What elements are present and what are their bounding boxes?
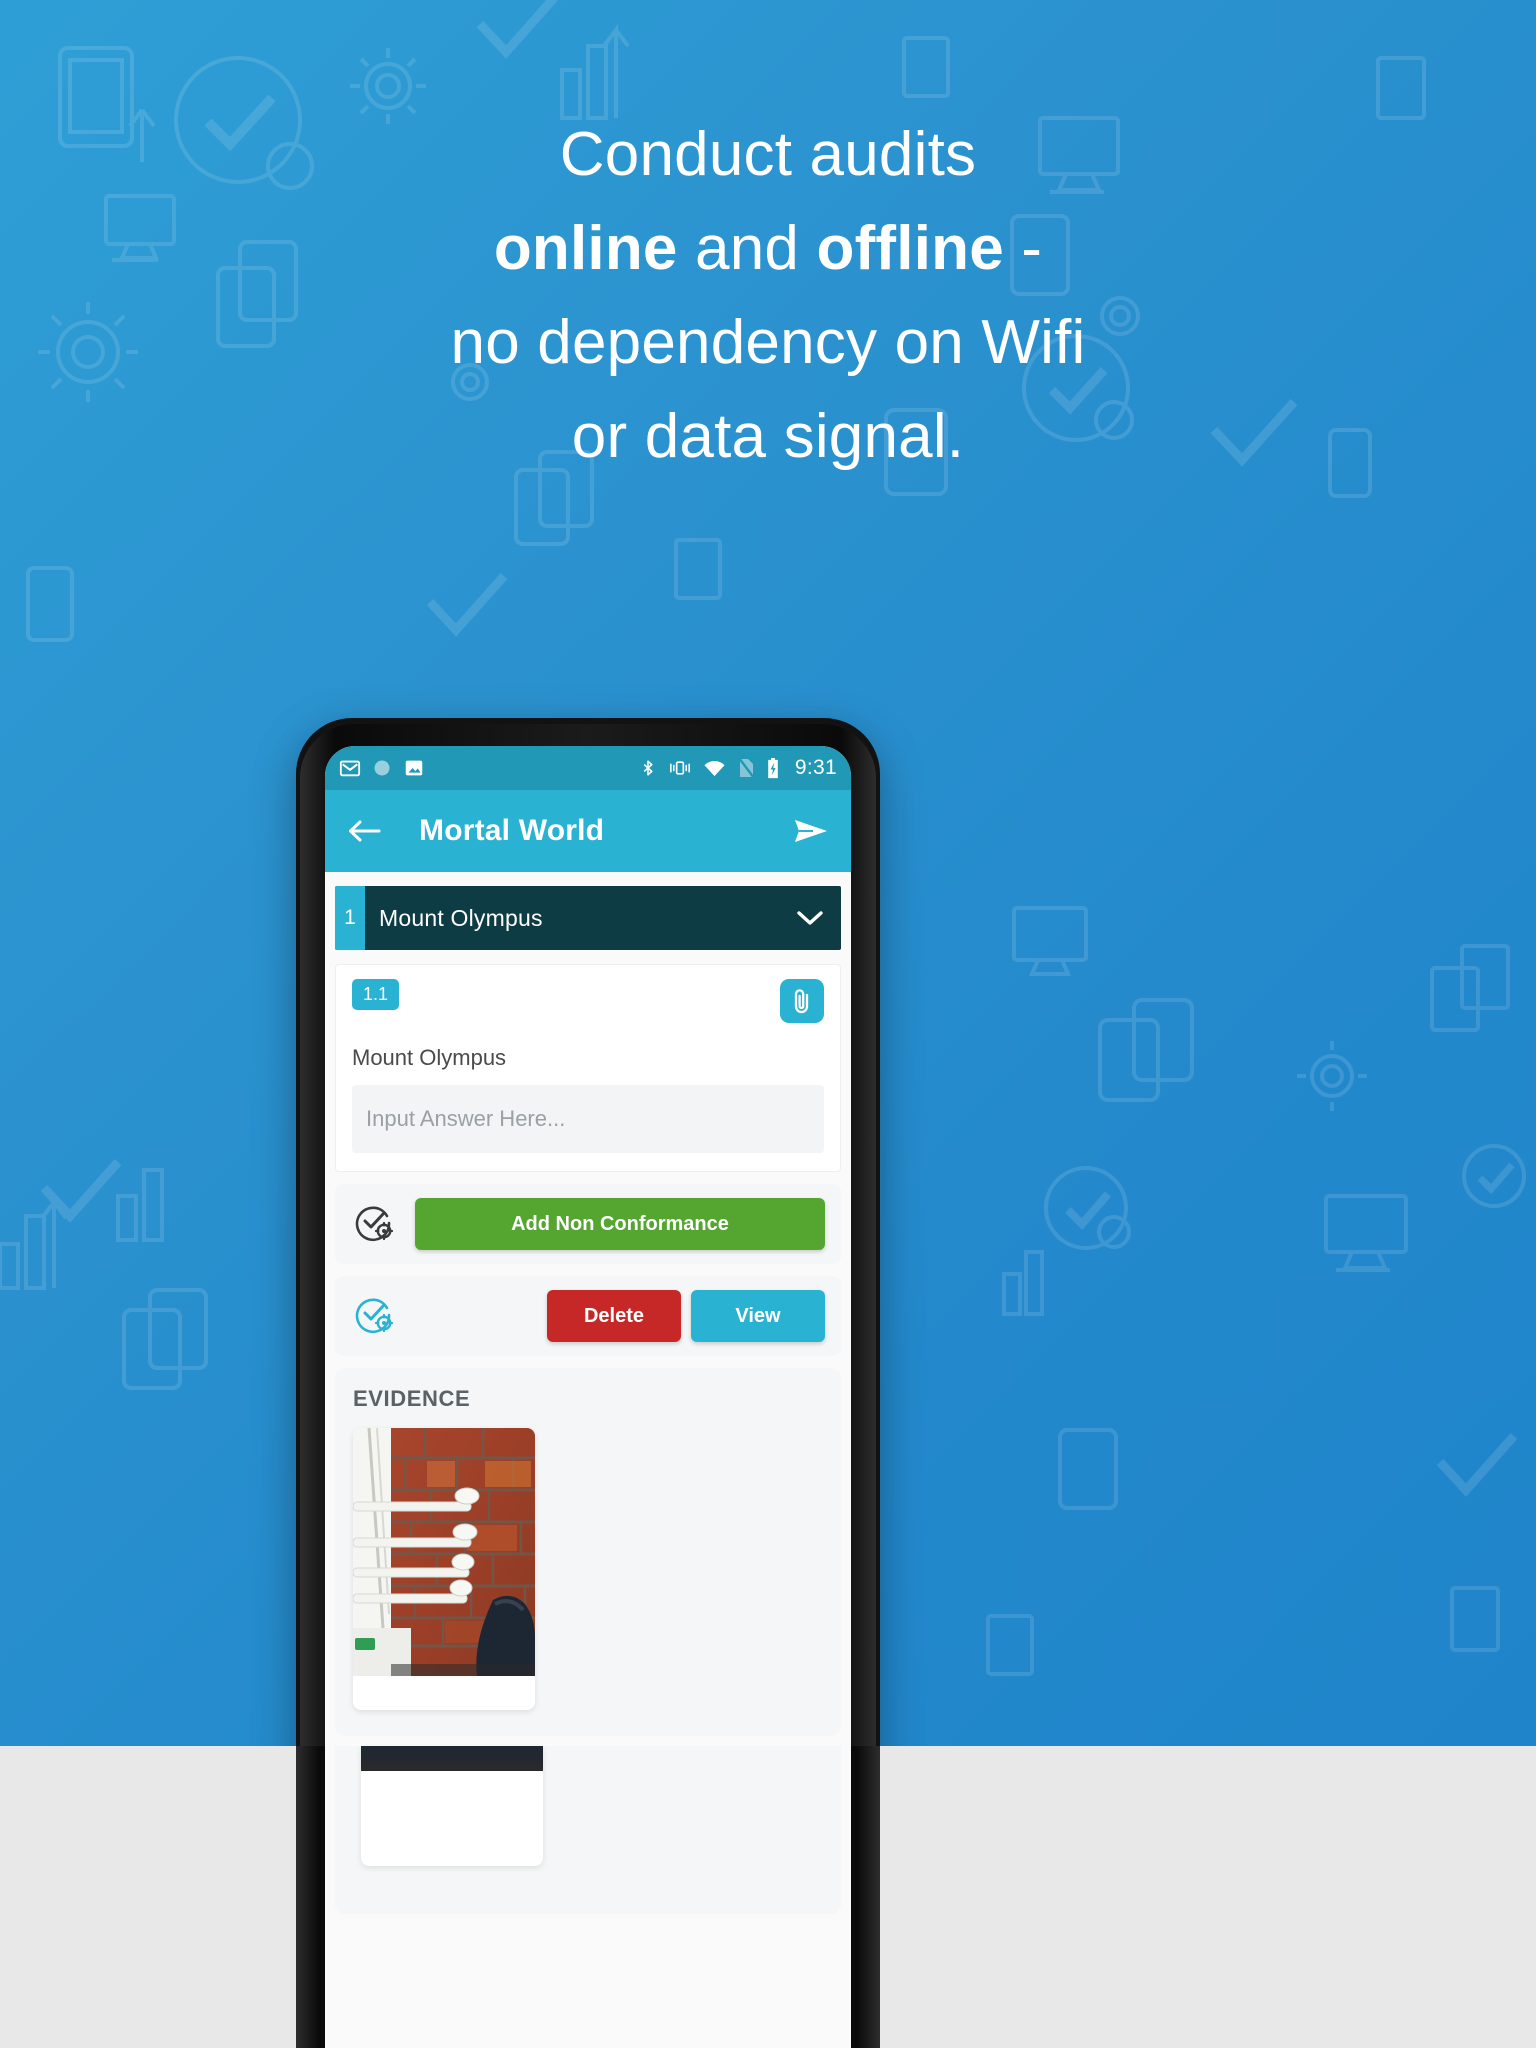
- arrow-left-icon[interactable]: [347, 817, 381, 845]
- checkmark-icon: [1436, 1433, 1518, 1497]
- paperclip-icon: [794, 989, 809, 1014]
- section-header-mount-olympus[interactable]: 1 Mount Olympus: [335, 886, 841, 950]
- bar-chart-icon: [1002, 1250, 1044, 1316]
- document-icon: [1450, 1586, 1500, 1652]
- headline-text: or data signal.: [571, 402, 965, 471]
- checkmark-icon: [426, 573, 508, 637]
- gmail-icon: [339, 760, 361, 777]
- tablet-icon: [1058, 1428, 1118, 1510]
- gear-icon: [1297, 1041, 1367, 1111]
- check-gear-icon: [351, 1292, 397, 1341]
- photo-icon: [405, 760, 423, 776]
- add-non-conformance-button[interactable]: Add Non Conformance: [415, 1198, 825, 1250]
- headline-emphasis: offline: [816, 214, 1004, 283]
- sync-icon: [374, 760, 390, 776]
- app-store-promo-screenshot: Conduct audits online and offline - no dep…: [0, 0, 1536, 2048]
- headline-text: Conduct audits: [559, 120, 977, 189]
- document-icon: [674, 538, 722, 600]
- headline-line: online and offline -: [0, 202, 1536, 296]
- checkmark-icon: [476, 0, 558, 59]
- monitor-icon: [1324, 1194, 1408, 1272]
- view-button[interactable]: View: [691, 1290, 825, 1342]
- headline-line: Conduct audits: [0, 108, 1536, 202]
- headline-emphasis: online: [493, 214, 678, 283]
- section-number: 1: [335, 886, 365, 950]
- document-icon: [986, 1614, 1034, 1676]
- send-icon[interactable]: [793, 816, 829, 846]
- page-title: Conduct audits online and offline - no dep…: [0, 108, 1536, 484]
- delete-button[interactable]: Delete: [547, 1290, 681, 1342]
- action-row-non-conformance-entry: Delete View: [335, 1276, 841, 1356]
- vibrate-icon: [669, 761, 690, 775]
- headline-line: or data signal.: [0, 390, 1536, 484]
- evidence-section: EVIDENCE: [335, 1368, 841, 1736]
- phone-icon: [26, 566, 74, 642]
- bar-chart-icon: [560, 24, 630, 120]
- check-gear-icon: [351, 1200, 397, 1249]
- app-bar: Mortal World: [325, 790, 851, 872]
- answer-input[interactable]: Input Answer Here...: [352, 1085, 824, 1153]
- bluetooth-icon: [643, 760, 653, 776]
- headline-text: no dependency on Wifi: [450, 308, 1086, 377]
- monitor-icon: [1012, 906, 1088, 976]
- action-row-add-non-conformance: Add Non Conformance: [335, 1184, 841, 1264]
- headline-text: and: [677, 214, 817, 283]
- evidence-title: EVIDENCE: [353, 1386, 471, 1411]
- check-circle-gear-icon: [1462, 1144, 1526, 1208]
- question-card: 1.1 Mount Olympus Input Answer Here...: [335, 964, 841, 1172]
- wifi-icon: [704, 760, 725, 776]
- no-sim-icon: [737, 757, 755, 779]
- chevron-down-icon[interactable]: [797, 910, 823, 926]
- headline-line: no dependency on Wifi: [0, 296, 1536, 390]
- status-bar-clock: 9:31: [794, 756, 837, 779]
- bar-chart-icon: [0, 1196, 68, 1290]
- status-bar: 9:31: [325, 746, 851, 790]
- section-title: Mount Olympus: [379, 904, 543, 931]
- check-circle-gear-icon: [1044, 1166, 1131, 1250]
- tablet-icon: [1098, 998, 1194, 1102]
- app-bar-title: Mortal World: [419, 814, 605, 847]
- document-icon: [1430, 944, 1510, 1032]
- phone-lower-photo-clip: [361, 1746, 543, 1788]
- document-icon: [902, 36, 950, 98]
- tablet-icon: [122, 1288, 208, 1390]
- brick-wall-with-white-pipes-photo[interactable]: [353, 1428, 535, 1676]
- bar-chart-icon: [116, 1168, 164, 1242]
- evidence-photo-card[interactable]: [353, 1428, 535, 1710]
- attachment-button[interactable]: [780, 979, 824, 1023]
- headline-text: -: [1003, 214, 1043, 283]
- question-number-badge: 1.1: [352, 979, 400, 1010]
- battery-charging-icon: [768, 757, 778, 778]
- question-label: Mount Olympus: [352, 1045, 507, 1070]
